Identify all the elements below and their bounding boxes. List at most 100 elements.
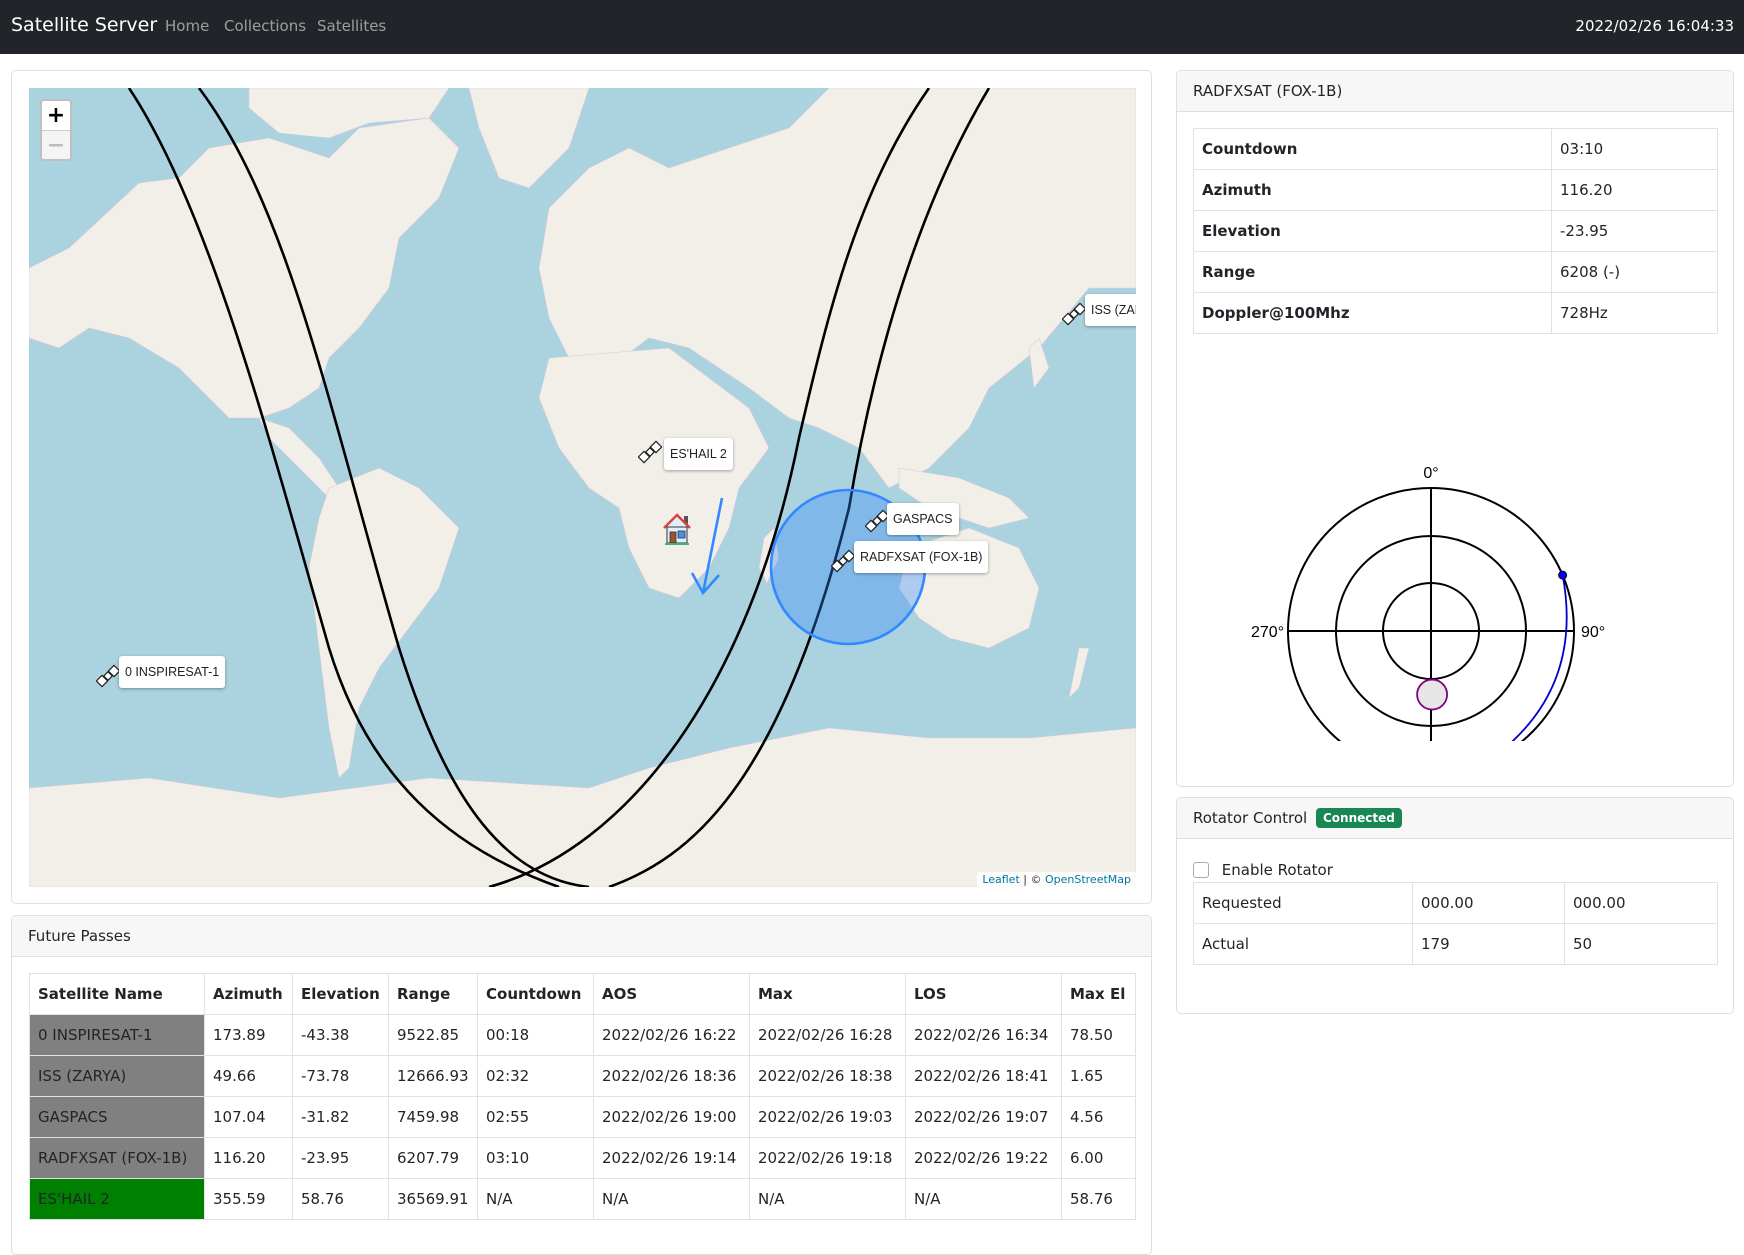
pass-row[interactable]: 0 INSPIRESAT-1 173.89 -43.38 9522.85 00:18 20… [29, 1014, 1136, 1056]
info-value: 03:10 [1551, 128, 1718, 170]
zoom-out-button[interactable]: − [42, 130, 70, 159]
pass-row[interactable]: ES'HAIL 2 355.59 58.76 36569.91 N/A N/A N/A N/A… [29, 1178, 1136, 1220]
pass-los: 2022/02/26 19:22 [905, 1137, 1062, 1179]
pass-aos: 2022/02/26 18:36 [593, 1055, 750, 1097]
satellite-icon [96, 664, 120, 688]
satellite-icon [1062, 302, 1086, 326]
info-row: Elevation -23.95 [1193, 210, 1718, 252]
rotator-row-label: Actual [1193, 923, 1413, 965]
pass-row[interactable]: RADFXSAT (FOX-1B) 116.20 -23.95 6207.79 03:1… [29, 1137, 1136, 1179]
pass-elevation: -23.95 [292, 1137, 389, 1179]
info-value: -23.95 [1551, 210, 1718, 252]
zoom-in-button[interactable]: + [42, 101, 70, 130]
pass-max-el: 58.76 [1061, 1178, 1136, 1220]
pass-range: 6207.79 [388, 1137, 478, 1179]
enable-rotator-checkbox[interactable] [1193, 862, 1209, 878]
rotator-control-card: Rotator Control Connected Enable Rotator… [1176, 797, 1734, 1014]
polar-label-n: 0° [1423, 465, 1438, 482]
pass-range: 7459.98 [388, 1096, 478, 1138]
pass-countdown: 00:18 [477, 1014, 594, 1056]
navbar: Satellite Server Home Collections Satell… [0, 0, 1744, 54]
pass-los: 2022/02/26 18:41 [905, 1055, 1062, 1097]
satellite-info-table: Countdown 03:10 Azimuth 116.20 Elevation -23.… [1193, 128, 1718, 334]
pass-countdown: 03:10 [477, 1137, 594, 1179]
info-value: 116.20 [1551, 169, 1718, 211]
pass-countdown: 02:55 [477, 1096, 594, 1138]
pass-range: 9522.85 [388, 1014, 478, 1056]
map-tiles [29, 88, 1136, 887]
pass-max-el: 1.65 [1061, 1055, 1136, 1097]
brand-link[interactable]: Satellite Server [11, 14, 157, 36]
sat-label: ISS (ZARYA) [1085, 294, 1136, 326]
pass-row[interactable]: GASPACS 107.04 -31.82 7459.98 02:55 2022/02/2… [29, 1096, 1136, 1138]
satellite-map[interactable]: + − ES'HAIL 2 GASPACS RADFXSAT (FOX-1B) … [29, 88, 1136, 887]
nav-home[interactable]: Home [165, 17, 209, 35]
info-label: Azimuth [1193, 169, 1552, 211]
polar-label-w: 270° [1251, 624, 1284, 641]
rotator-title: Rotator Control [1193, 809, 1308, 827]
pass-countdown: N/A [477, 1178, 594, 1220]
pass-max-el: 78.50 [1061, 1014, 1136, 1056]
sat-label: RADFXSAT (FOX-1B) [854, 541, 989, 573]
sat-label: GASPACS [887, 503, 959, 535]
enable-rotator-row[interactable]: Enable Rotator [1193, 858, 1333, 882]
rotator-header: Rotator Control Connected [1177, 798, 1733, 839]
info-label: Doppler@100Mhz [1193, 292, 1552, 334]
current-datetime: 2022/02/26 16:04:33 [1575, 17, 1734, 35]
satellite-icon [831, 549, 855, 573]
osm-link[interactable]: OpenStreetMap [1045, 873, 1131, 886]
rotator-table: Requested 000.00 000.00 Actual 179 50 [1193, 882, 1718, 965]
nav-satellites[interactable]: Satellites [317, 17, 386, 35]
pass-satellite-name[interactable]: ES'HAIL 2 [29, 1178, 205, 1220]
leaflet-link[interactable]: Leaflet [982, 873, 1019, 886]
pass-track [1511, 574, 1568, 741]
pass-elevation: -73.78 [292, 1055, 389, 1097]
satellite-icon [865, 509, 889, 533]
pass-max-el: 6.00 [1061, 1137, 1136, 1179]
map-attribution: Leaflet | © OpenStreetMap [977, 872, 1136, 887]
col-aos: AOS [593, 973, 750, 1015]
requested-azimuth: 000.00 [1412, 882, 1565, 924]
land-greenland [468, 88, 590, 189]
pass-satellite-name[interactable]: ISS (ZARYA) [29, 1055, 205, 1097]
house-icon[interactable] [662, 512, 692, 546]
pass-row[interactable]: ISS (ZARYA) 49.66 -73.78 12666.93 02:32 2022/… [29, 1055, 1136, 1097]
sat-label: ES'HAIL 2 [664, 438, 733, 470]
info-row: Range 6208 (-) [1193, 251, 1718, 293]
table-header-row: Satellite Name Azimuth Elevation Range C… [29, 973, 1136, 1015]
info-label: Range [1193, 251, 1552, 293]
polar-plot: 0° 90° 180° 270° [1251, 465, 1605, 741]
info-label: Elevation [1193, 210, 1552, 252]
pass-max: 2022/02/26 16:28 [749, 1014, 906, 1056]
land-central-america [258, 417, 340, 499]
future-passes-title: Future Passes [12, 916, 1151, 957]
pass-satellite-name[interactable]: 0 INSPIRESAT-1 [29, 1014, 205, 1056]
pass-satellite-name[interactable]: RADFXSAT (FOX-1B) [29, 1137, 205, 1179]
col-max-el: Max El [1061, 973, 1136, 1015]
future-passes-card: Future Passes Satellite Name Azimuth Ele… [11, 915, 1152, 1255]
land-antarctica [29, 727, 1136, 887]
col-los: LOS [905, 973, 1062, 1015]
land-africa [538, 347, 770, 599]
satellite-icon [638, 440, 662, 464]
land-japan [1028, 337, 1050, 389]
rotator-row-actual: Actual 179 50 [1193, 923, 1718, 965]
pass-azimuth: 173.89 [204, 1014, 293, 1056]
pass-max: 2022/02/26 19:18 [749, 1137, 906, 1179]
land-south-america [308, 467, 460, 779]
connection-status-badge: Connected [1316, 808, 1402, 828]
info-value: 6208 (-) [1551, 251, 1718, 293]
rotator-row-label: Requested [1193, 882, 1413, 924]
pass-azimuth: 107.04 [204, 1096, 293, 1138]
pass-elevation: 58.76 [292, 1178, 389, 1220]
pass-start-point [1558, 570, 1568, 580]
pass-satellite-name[interactable]: GASPACS [29, 1096, 205, 1138]
pass-aos: N/A [593, 1178, 750, 1220]
col-elevation: Elevation [292, 973, 389, 1015]
passes-table: Satellite Name Azimuth Elevation Range C… [29, 973, 1136, 1220]
nav-collections[interactable]: Collections [224, 17, 306, 35]
enable-rotator-label[interactable]: Enable Rotator [1222, 861, 1333, 879]
pass-elevation: -31.82 [292, 1096, 389, 1138]
pass-azimuth: 355.59 [204, 1178, 293, 1220]
col-max: Max [749, 973, 906, 1015]
